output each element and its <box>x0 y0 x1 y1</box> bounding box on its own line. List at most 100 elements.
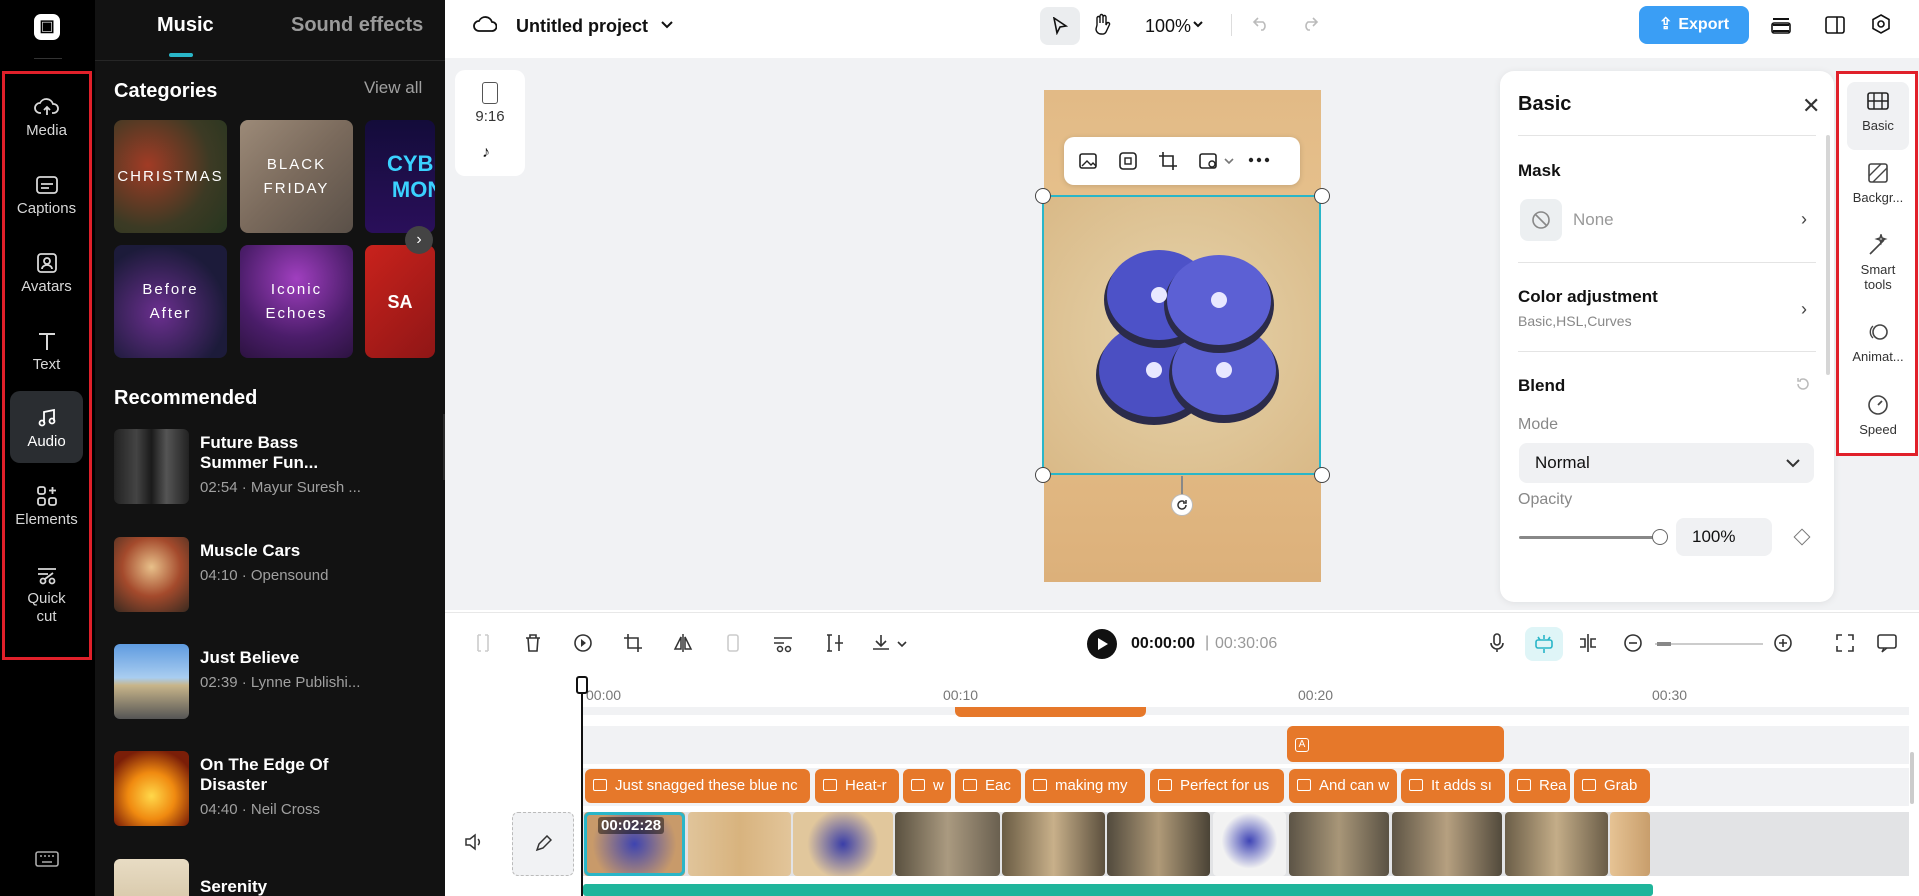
caption-clip[interactable]: making my <box>1025 769 1145 803</box>
category-iconic-echoes[interactable]: Iconic Echoes <box>240 245 353 358</box>
resize-handle[interactable] <box>1035 467 1051 483</box>
video-clip[interactable] <box>1289 812 1389 876</box>
close-icon[interactable]: ✕ <box>1802 93 1820 119</box>
chevron-down-icon[interactable] <box>897 640 907 648</box>
caption-clip[interactable]: Grab <box>1574 769 1650 803</box>
caption-clip[interactable]: Heat-r <box>815 769 899 803</box>
category-black-friday[interactable]: BLACK FRIDAY <box>240 120 353 233</box>
fullscreen-icon[interactable] <box>1834 632 1856 654</box>
tool-background[interactable]: Backgr... <box>1847 162 1909 205</box>
crop-icon[interactable] <box>622 632 644 654</box>
split-icon[interactable] <box>472 632 494 654</box>
opacity-input[interactable]: 100% <box>1676 518 1772 556</box>
panel-toggle-icon[interactable] <box>1824 14 1846 36</box>
video-clip[interactable] <box>1392 812 1502 876</box>
track-item[interactable]: Just Believe 02:39 · Lynne Publishi... <box>114 644 434 724</box>
keyboard-icon[interactable] <box>35 850 59 868</box>
resize-handle[interactable] <box>1314 188 1330 204</box>
track-item[interactable]: Serenity <box>114 859 434 896</box>
tool-speed[interactable]: Speed <box>1847 394 1909 437</box>
caption-clip[interactable]: Just snagged these blue nc <box>585 769 810 803</box>
audio-track-clip[interactable] <box>583 884 1653 896</box>
chevron-right-icon[interactable]: › <box>1801 299 1807 320</box>
cutout-icon[interactable] <box>1118 151 1138 171</box>
rail-item-audio[interactable]: Audio <box>10 391 83 463</box>
tool-smart-tools[interactable]: Smart tools <box>1847 234 1909 292</box>
delete-icon[interactable] <box>522 632 544 654</box>
chevron-down-icon[interactable] <box>660 19 674 31</box>
video-clip[interactable] <box>895 812 1000 876</box>
video-clip[interactable] <box>1107 812 1210 876</box>
volume-icon[interactable] <box>464 833 484 851</box>
track-item[interactable]: Muscle Cars 04:10 · Opensound <box>114 537 434 617</box>
timeline-scrollbar[interactable] <box>1910 752 1914 804</box>
split-screen-icon[interactable] <box>1577 632 1599 654</box>
download-icon[interactable] <box>870 632 892 654</box>
opacity-slider-track[interactable] <box>1519 536 1659 539</box>
microphone-icon[interactable] <box>1486 632 1508 654</box>
media-swap-icon[interactable] <box>1198 151 1220 171</box>
freeze-icon[interactable] <box>722 632 744 654</box>
rail-item-elements[interactable]: Elements <box>10 469 83 541</box>
keyframe-icon[interactable] <box>1793 528 1811 546</box>
video-clip[interactable] <box>1505 812 1608 876</box>
tab-music[interactable]: Music <box>157 14 214 37</box>
zoom-out-icon[interactable] <box>1622 632 1644 654</box>
track-item[interactable]: On The Edge Of Disaster 04:40 · Neil Cro… <box>114 751 434 831</box>
aspect-ratio-card[interactable]: 9:16 ♪ <box>455 70 525 176</box>
chevron-down-icon[interactable] <box>1192 20 1204 30</box>
rail-item-media[interactable]: Media <box>10 80 83 152</box>
export-button[interactable]: ⇪ Export <box>1639 6 1749 44</box>
crop-icon[interactable] <box>1158 151 1178 171</box>
timeline-zoom-slider[interactable] <box>1655 643 1763 645</box>
category-before-after[interactable]: Before After <box>114 245 227 358</box>
category-christmas[interactable]: CHRISTMAS <box>114 120 227 233</box>
hand-icon[interactable] <box>1092 13 1112 35</box>
cloud-save-icon[interactable] <box>473 14 497 36</box>
replay-icon[interactable] <box>572 632 594 654</box>
snap-toggle[interactable] <box>1525 627 1563 661</box>
categories-next-button[interactable]: › <box>405 226 433 254</box>
zoom-level[interactable]: 100% <box>1145 16 1191 37</box>
comment-icon[interactable] <box>1876 632 1898 654</box>
track-item[interactable]: Future Bass Summer Fun... 02:54 · Mayur … <box>114 429 434 509</box>
rail-item-text[interactable]: Text <box>10 314 83 386</box>
rail-item-avatars[interactable]: Avatars <box>10 236 83 308</box>
chevron-right-icon[interactable]: › <box>1801 209 1807 230</box>
chevron-down-icon[interactable] <box>1224 157 1234 165</box>
text-clip[interactable] <box>955 707 1146 717</box>
rotate-handle[interactable] <box>1171 494 1193 516</box>
selected-image[interactable] <box>1042 195 1321 475</box>
cover-edit-button[interactable] <box>512 812 574 876</box>
rail-item-quick-cut[interactable]: Quick cut <box>10 548 83 626</box>
zoom-in-icon[interactable] <box>1772 632 1794 654</box>
settings-gear-icon[interactable] <box>1870 13 1892 37</box>
resize-handle[interactable] <box>1035 188 1051 204</box>
video-clip[interactable] <box>793 812 893 876</box>
view-all-link[interactable]: View all <box>364 78 422 98</box>
reset-icon[interactable] <box>1795 376 1811 392</box>
trim-icon[interactable] <box>822 632 844 654</box>
replace-image-icon[interactable] <box>1078 151 1100 171</box>
video-clip[interactable] <box>1002 812 1105 876</box>
video-clip[interactable] <box>1213 812 1286 876</box>
category-sale[interactable]: SA <box>365 245 435 358</box>
capcut-logo[interactable]: ▣ <box>34 14 60 40</box>
opacity-slider-knob[interactable] <box>1652 529 1668 545</box>
speed-cut-icon[interactable] <box>772 632 794 654</box>
caption-clip[interactable]: Rea <box>1509 769 1570 803</box>
tool-basic[interactable]: Basic <box>1847 82 1909 150</box>
project-title[interactable]: Untitled project <box>516 16 648 37</box>
redo-icon[interactable] <box>1301 15 1319 31</box>
caption-clip[interactable]: Perfect for us <box>1150 769 1284 803</box>
tool-animation[interactable]: Animat... <box>1847 321 1909 364</box>
text-clip[interactable]: A <box>1287 726 1504 762</box>
tab-sound-effects[interactable]: Sound effects <box>291 14 423 37</box>
flip-icon[interactable] <box>672 632 694 654</box>
color-adjustment-heading[interactable]: Color adjustment <box>1518 287 1658 307</box>
panel-scrollbar[interactable] <box>1826 135 1830 375</box>
rail-item-captions[interactable]: Captions <box>10 158 83 230</box>
more-icon[interactable] <box>1248 157 1270 163</box>
play-button[interactable] <box>1087 629 1117 659</box>
category-cyber-monday[interactable]: CYBE MON <box>365 120 435 233</box>
